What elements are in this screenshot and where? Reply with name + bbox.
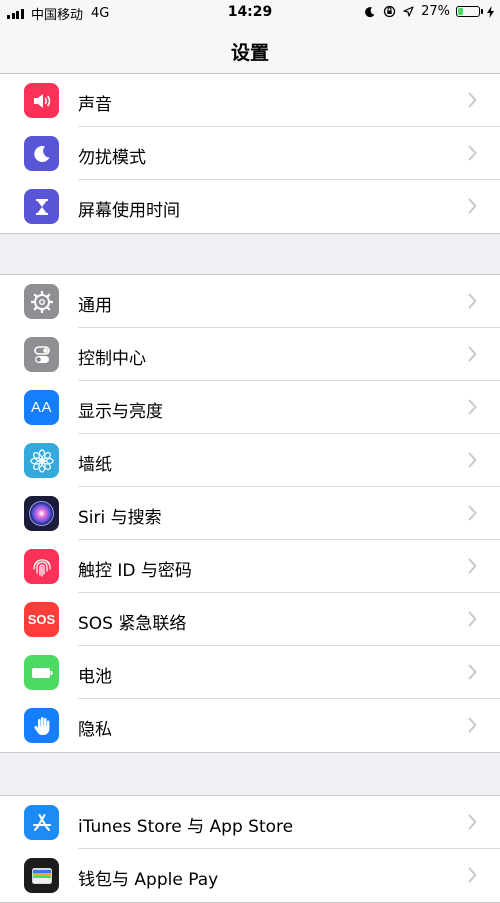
speaker-icon <box>24 83 59 118</box>
settings-row-label: 控制中心 <box>78 349 146 369</box>
settings-row-control-center[interactable]: 控制中心 <box>0 328 500 381</box>
settings-row-label: Siri 与搜索 <box>78 508 162 528</box>
chevron-right-icon <box>468 505 477 525</box>
moon-icon <box>364 6 376 18</box>
status-right: 27% <box>357 4 494 19</box>
fingerprint-icon <box>24 549 59 584</box>
moon-icon <box>24 136 59 171</box>
settings-row-do-not-disturb[interactable]: 勿扰模式 <box>0 127 500 180</box>
chevron-right-icon <box>468 558 477 578</box>
settings-row-label: 勿扰模式 <box>78 148 146 168</box>
chevron-right-icon <box>468 664 477 684</box>
settings-row-label: 电池 <box>78 667 112 687</box>
chevron-right-icon <box>468 198 477 218</box>
settings-row-wallet-apple-pay[interactable]: 钱包与 Apple Pay <box>0 849 500 902</box>
settings-row-general[interactable]: 通用 <box>0 275 500 328</box>
settings-group-1: 声音 勿扰模式 屏幕使用时间 <box>0 73 500 234</box>
chevron-right-icon <box>468 399 477 419</box>
settings-row-privacy[interactable]: 隐私 <box>0 699 500 752</box>
settings-row-touch-id-passcode[interactable]: 触控 ID 与密码 <box>0 540 500 593</box>
chevron-right-icon <box>468 346 477 366</box>
page-title: 设置 <box>230 42 269 64</box>
location-arrow-icon <box>403 6 414 17</box>
battery-indicator-icon <box>456 6 483 17</box>
sos-icon: SOS <box>24 602 59 637</box>
status-bar: 中国移动 4G 14:29 27% <box>0 0 500 26</box>
settings-row-battery[interactable]: 电池 <box>0 646 500 699</box>
settings-row-screen-time[interactable]: 屏幕使用时间 <box>0 180 500 233</box>
rotation-lock-icon <box>383 5 396 18</box>
chevron-right-icon <box>468 145 477 165</box>
settings-row-label: iTunes Store 与 App Store <box>78 817 294 837</box>
siri-icon <box>24 496 59 531</box>
settings-group-2: 通用 控制中心 AA 显示与亮度 墙纸 Siri 与搜索 触控 ID 与密码 S… <box>0 274 500 753</box>
sos-glyph: SOS <box>27 612 56 627</box>
settings-row-wallpaper[interactable]: 墙纸 <box>0 434 500 487</box>
hand-icon <box>24 708 59 743</box>
battery-level-fill <box>458 8 463 15</box>
charging-bolt-icon <box>487 5 494 18</box>
settings-row-label: 通用 <box>78 296 112 316</box>
toggles-icon <box>24 337 59 372</box>
text-size-icon: AA <box>24 390 59 425</box>
chevron-right-icon <box>468 611 477 631</box>
settings-row-label: 声音 <box>78 95 112 115</box>
text-size-glyph: AA <box>30 399 52 416</box>
chevron-right-icon <box>468 814 477 834</box>
settings-row-label: 墙纸 <box>78 455 112 475</box>
settings-row-emergency-sos[interactable]: SOS SOS 紧急联络 <box>0 593 500 646</box>
settings-row-label: 触控 ID 与密码 <box>78 561 192 581</box>
hourglass-icon <box>24 189 59 224</box>
settings-group-3: iTunes Store 与 App Store 钱包与 Apple Pay <box>0 795 500 903</box>
wallet-icon <box>24 858 59 893</box>
settings-row-label: 钱包与 Apple Pay <box>78 870 219 890</box>
app-store-icon <box>24 805 59 840</box>
settings-row-label: SOS 紧急联络 <box>78 614 187 634</box>
chevron-right-icon <box>468 452 477 472</box>
settings-row-itunes-app-store[interactable]: iTunes Store 与 App Store <box>0 796 500 849</box>
chevron-right-icon <box>468 867 477 887</box>
settings-row-label: 显示与亮度 <box>78 402 163 422</box>
settings-row-label: 隐私 <box>78 720 112 740</box>
gear-icon <box>24 284 59 319</box>
settings-row-siri-search[interactable]: Siri 与搜索 <box>0 487 500 540</box>
chevron-right-icon <box>468 92 477 112</box>
battery-percent: 27% <box>421 4 450 19</box>
flower-icon <box>24 443 59 478</box>
settings-row-label: 屏幕使用时间 <box>78 201 180 221</box>
chevron-right-icon <box>468 717 477 737</box>
battery-icon <box>24 655 59 690</box>
settings-row-sounds[interactable]: 声音 <box>0 74 500 127</box>
settings-row-display-brightness[interactable]: AA 显示与亮度 <box>0 381 500 434</box>
navigation-bar: 设置 <box>0 26 500 77</box>
chevron-right-icon <box>468 293 477 313</box>
